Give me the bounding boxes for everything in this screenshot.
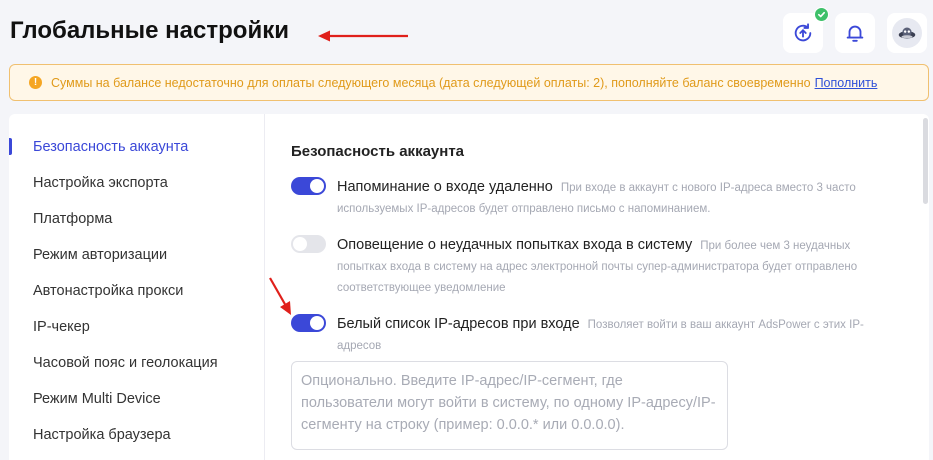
setting-text: Белый список IP-адресов при входе Позволя… bbox=[337, 314, 901, 357]
sidebar-item-browser-settings[interactable]: Настройка браузера bbox=[33, 427, 171, 443]
active-indicator bbox=[9, 138, 12, 155]
setting-label: Напоминание о входе удаленно bbox=[337, 179, 553, 195]
scrollbar[interactable] bbox=[923, 118, 928, 204]
balance-warning-banner: ! Суммы на балансе недостаточно для опла… bbox=[9, 64, 929, 101]
ip-whitelist-input[interactable]: Опционально. Введите IP-адрес/IP-сегмент… bbox=[291, 361, 728, 450]
setting-text: Оповещение о неудачных попытках входа в … bbox=[337, 235, 901, 299]
annotation-arrow-icon bbox=[269, 277, 291, 315]
notifications-button[interactable] bbox=[835, 13, 875, 53]
setting-failed-login-alert: Оповещение о неудачных попытках входа в … bbox=[291, 235, 901, 299]
bell-icon bbox=[846, 25, 864, 42]
sidebar-item-account-security[interactable]: Безопасность аккаунта bbox=[33, 139, 188, 155]
remote-login-reminder-toggle[interactable] bbox=[291, 177, 326, 195]
sidebar-item-timezone-geo[interactable]: Часовой пояс и геолокация bbox=[33, 355, 218, 371]
toggle-knob bbox=[293, 237, 307, 251]
top-up-link[interactable]: Пополнить bbox=[815, 76, 878, 90]
sidebar-item-platform[interactable]: Платформа bbox=[33, 211, 112, 227]
section-title: Безопасность аккаунта bbox=[291, 143, 465, 160]
sync-button[interactable] bbox=[783, 7, 829, 53]
page-title: Глобальные настройки bbox=[10, 17, 289, 44]
setting-label: Оповещение о неудачных попытках входа в … bbox=[337, 237, 693, 253]
toggle-knob bbox=[310, 316, 324, 330]
setting-text: Напоминание о входе удаленно При входе в … bbox=[337, 177, 901, 220]
setting-label: Белый список IP-адресов при входе bbox=[337, 316, 580, 332]
sidebar-item-multi-device[interactable]: Режим Multi Device bbox=[33, 391, 161, 407]
header-actions bbox=[783, 7, 927, 53]
sidebar-item-ip-checker[interactable]: IP-чекер bbox=[33, 319, 90, 335]
sidebar-item-auth-mode[interactable]: Режим авторизации bbox=[33, 247, 167, 263]
account-button[interactable] bbox=[887, 13, 927, 53]
settings-content: Безопасность аккаунта Напоминание о вход… bbox=[266, 114, 929, 460]
sync-upload-icon bbox=[794, 23, 812, 42]
check-badge-icon bbox=[814, 7, 829, 22]
setting-remote-login-reminder: Напоминание о входе удаленно При входе в … bbox=[291, 177, 901, 220]
toggle-knob bbox=[310, 179, 324, 193]
settings-panel: Безопасность аккаунта Настройка экспорта… bbox=[9, 114, 929, 460]
setting-ip-whitelist: Белый список IP-адресов при входе Позволя… bbox=[291, 314, 901, 357]
sidebar-item-export-settings[interactable]: Настройка экспорта bbox=[33, 175, 168, 191]
settings-sidebar: Безопасность аккаунта Настройка экспорта… bbox=[9, 114, 265, 460]
sidebar-item-proxy-autoconfig[interactable]: Автонастройка прокси bbox=[33, 283, 183, 299]
warning-text: Суммы на балансе недостаточно для оплаты… bbox=[51, 75, 811, 90]
warning-icon: ! bbox=[29, 76, 42, 89]
annotation-arrow-icon bbox=[318, 30, 408, 42]
ip-whitelist-toggle[interactable] bbox=[291, 314, 326, 332]
avatar-icon bbox=[892, 18, 922, 48]
failed-login-alert-toggle[interactable] bbox=[291, 235, 326, 253]
